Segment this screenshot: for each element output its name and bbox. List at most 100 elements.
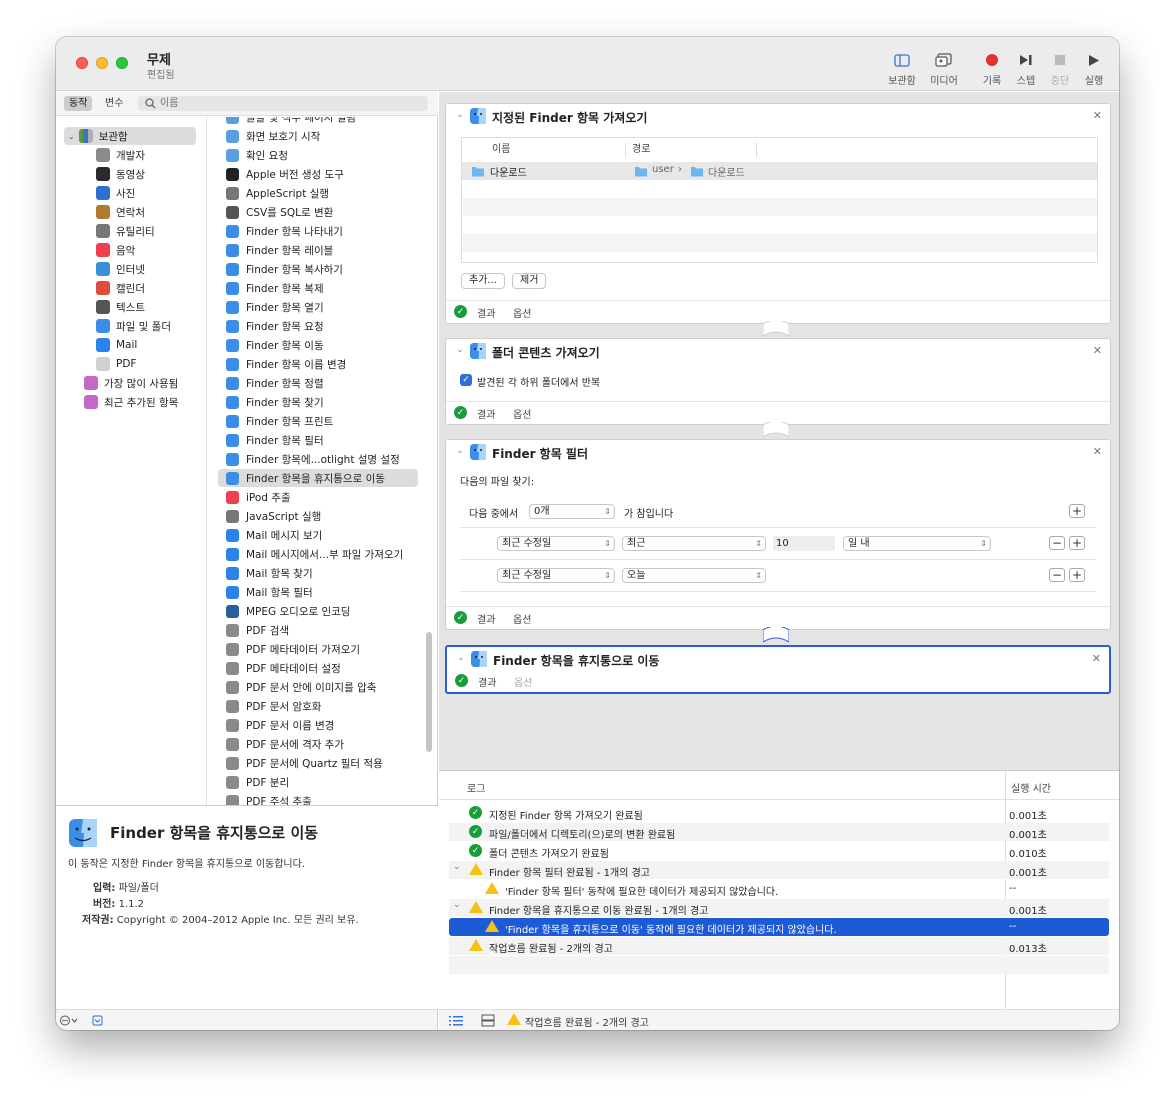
add-button[interactable]: 추가... (461, 273, 505, 289)
library-item[interactable]: 캘린더 (96, 279, 145, 297)
close-icon[interactable]: ✕ (1092, 652, 1101, 665)
action-item[interactable]: PDF 문서 암호화 (218, 697, 418, 715)
action-item[interactable]: Mail 항목 필터 (218, 583, 418, 601)
library-item[interactable]: Mail (96, 336, 137, 354)
step-get-specified-finder-items[interactable]: ⌄ 지정된 Finder 항목 가져오기 ✕ 이름 경로 다운로드 user ›… (445, 103, 1111, 324)
search-input[interactable] (160, 96, 420, 111)
library-item[interactable]: 연락처 (96, 203, 145, 221)
log-row[interactable]: ⌄ Finder 항목 필터 완료됨 - 1개의 경고 0.001초 (449, 861, 1109, 879)
description-toggle-icon[interactable] (92, 1015, 103, 1026)
results-tab[interactable]: 결과 (477, 305, 495, 320)
remove-condition-button[interactable]: − (1049, 536, 1065, 550)
close-icon[interactable]: ✕ (1093, 344, 1102, 357)
log-row[interactable]: ⌄ Finder 항목을 휴지통으로 이동 완료됨 - 1개의 경고 0.001초 (449, 899, 1109, 917)
library-item[interactable]: 동영상 (96, 165, 145, 183)
chevron-down-icon[interactable]: ⌄ (453, 900, 461, 910)
action-item[interactable]: Mail 메시지에서...부 파일 가져오기 (218, 545, 418, 563)
media-toolbar-button[interactable]: 미디어 (924, 51, 964, 87)
add-condition-button[interactable]: + (1069, 568, 1085, 582)
action-item[interactable]: Finder 항목 복제 (218, 279, 418, 297)
library-item[interactable]: PDF (96, 355, 136, 373)
action-item[interactable]: PDF 분리 (218, 773, 418, 791)
options-tab[interactable]: 옵션 (514, 674, 532, 689)
actions-scrollbar[interactable] (426, 632, 432, 752)
options-tab[interactable]: 옵션 (513, 406, 531, 421)
options-tab[interactable]: 옵션 (513, 305, 531, 320)
close-icon[interactable]: ✕ (1093, 109, 1102, 122)
library-item[interactable]: 텍스트 (96, 298, 145, 316)
run-toolbar-button[interactable]: 실행 (1074, 51, 1114, 87)
log-row[interactable]: 'Finder 항목을 휴지통으로 이동' 동작에 필요한 데이터가 제공되지 … (449, 918, 1109, 936)
library-item[interactable]: 개발자 (96, 146, 145, 164)
step-filter-finder-items[interactable]: ⌄ Finder 항목 필터 ✕ 다음의 파일 찾기: 다음 중에서 0개 ⇕ 가… (445, 439, 1111, 630)
results-tab[interactable]: 결과 (477, 611, 495, 626)
variables-tab[interactable]: 변수 (100, 96, 128, 111)
date-field-select[interactable]: 최근 수정일 ⇕ (497, 568, 615, 583)
action-item[interactable]: iPod 추출 (218, 488, 418, 506)
table-row[interactable]: 다운로드 user › 다운로드 (462, 162, 1097, 180)
search-box[interactable] (138, 96, 428, 111)
action-item[interactable]: Finder 항목에...otlight 설명 설정 (218, 450, 418, 468)
add-condition-button[interactable]: + (1069, 504, 1085, 518)
days-input[interactable]: 10 (773, 536, 835, 551)
close-window-button[interactable] (76, 57, 88, 69)
minimize-window-button[interactable] (96, 57, 108, 69)
date-operator-select[interactable]: 최근 ⇕ (622, 536, 766, 551)
results-tab[interactable]: 결과 (477, 406, 495, 421)
smart-folder-item[interactable]: 최근 추가된 항목 (84, 393, 178, 411)
log-row[interactable]: ✓ 폴더 콘텐츠 가져오기 완료됨 0.010초 (449, 842, 1109, 860)
log-row[interactable]: ✓ 지정된 Finder 항목 가져오기 완료됨 0.001초 (449, 804, 1109, 822)
remove-button[interactable]: 제거 (512, 273, 547, 289)
library-item[interactable]: 인터넷 (96, 260, 145, 278)
action-item[interactable]: Apple 버전 생성 도구 (218, 165, 418, 183)
action-item[interactable]: PDF 문서에 Quartz 필터 적용 (218, 754, 418, 772)
log-row[interactable]: ✓ 파일/폴더에서 디렉토리(으)로의 변환 완료됨 0.001초 (449, 823, 1109, 841)
action-item[interactable]: CSV를 SQL로 변환 (218, 203, 418, 221)
chevron-down-icon[interactable]: ⌄ (454, 344, 466, 356)
options-tab[interactable]: 옵션 (513, 611, 531, 626)
split-view-icon[interactable] (481, 1014, 495, 1027)
action-item[interactable]: PDF 주석 추출 (218, 792, 418, 805)
zoom-window-button[interactable] (116, 57, 128, 69)
action-item[interactable]: Finder 항목 이동 (218, 336, 418, 354)
chevron-down-icon[interactable]: ⌄ (454, 109, 466, 121)
action-item[interactable]: Finder 항목 필터 (218, 431, 418, 449)
action-item[interactable]: Finder 항목 찾기 (218, 393, 418, 411)
library-root[interactable]: ⌄ 보관함 (64, 127, 196, 145)
action-item[interactable]: 화면 보호기 시작 (218, 127, 418, 145)
match-count-select[interactable]: 0개 ⇕ (529, 504, 615, 519)
time-unit-select[interactable]: 일 내 ⇕ (843, 536, 991, 551)
action-item[interactable]: Finder 항목 열기 (218, 298, 418, 316)
chevron-down-icon[interactable]: ⌄ (453, 862, 461, 872)
action-item[interactable]: JavaScript 실행 (218, 507, 418, 525)
list-view-icon[interactable] (449, 1015, 463, 1026)
action-item[interactable]: PDF 메타데이터 가져오기 (218, 640, 418, 658)
date-operator-select[interactable]: 오늘 ⇕ (622, 568, 766, 583)
library-item[interactable]: 음악 (96, 241, 135, 259)
action-item[interactable]: Finder 항목 프린트 (218, 412, 418, 430)
action-item[interactable]: Finder 항목 요청 (218, 317, 418, 335)
remove-condition-button[interactable]: − (1049, 568, 1065, 582)
action-item[interactable]: MPEG 오디오로 인코딩 (218, 602, 418, 620)
library-item[interactable]: 유틸리티 (96, 222, 155, 240)
action-item[interactable]: Finder 항목 레이블 (218, 241, 418, 259)
repeat-subfolders-checkbox[interactable]: ✓ (460, 374, 472, 386)
log-row[interactable]: 작업흐름 완료됨 - 2개의 경고 0.013초 (449, 937, 1109, 955)
add-condition-button[interactable]: + (1069, 536, 1085, 550)
chevron-down-icon[interactable]: ⌄ (454, 445, 466, 457)
results-tab[interactable]: 결과 (478, 674, 496, 689)
step-get-folder-contents[interactable]: ⌄ 폴더 콘텐츠 가져오기 ✕ ✓ 발견된 각 하위 폴더에서 반복 ✓ 결과 … (445, 338, 1111, 425)
action-item[interactable]: Mail 항목 찾기 (218, 564, 418, 582)
action-item[interactable]: PDF 문서에 격자 추가 (218, 735, 418, 753)
action-item[interactable]: AppleScript 실행 (218, 184, 418, 202)
action-item[interactable]: PDF 문서 안에 이미지를 압축 (218, 678, 418, 696)
action-item[interactable]: Finder 항목을 휴지통으로 이동 (218, 469, 418, 487)
library-item[interactable]: 사진 (96, 184, 135, 202)
options-menu-icon[interactable] (60, 1015, 80, 1026)
actions-tab[interactable]: 동작 (64, 96, 93, 111)
action-item[interactable]: Finder 항목 복사하기 (218, 260, 418, 278)
chevron-down-icon[interactable]: ⌄ (455, 652, 467, 664)
action-item[interactable]: PDF 문서 이름 변경 (218, 716, 418, 734)
action-item[interactable]: Finder 항목 정렬 (218, 374, 418, 392)
log-row[interactable]: 'Finder 항목 필터' 동작에 필요한 데이터가 제공되지 않았습니다. -… (449, 880, 1109, 898)
